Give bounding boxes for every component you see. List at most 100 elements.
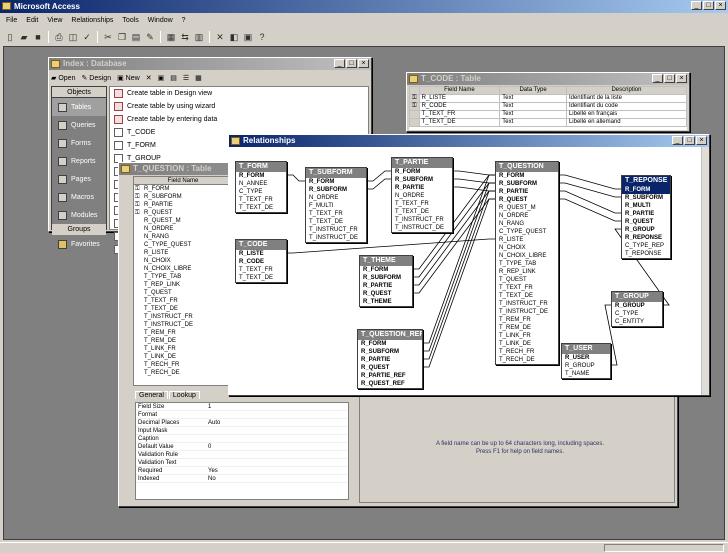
database-window-icon[interactable]: ◧ (228, 31, 240, 43)
relationship-line[interactable] (559, 182, 621, 198)
field-list-field[interactable]: T_TEXT_FR (496, 284, 558, 292)
rel-maximize-button[interactable]: □ (684, 136, 695, 145)
field-list-title[interactable]: T_PARTIE (392, 158, 452, 168)
field-list-field[interactable]: R_SUBFORM (496, 180, 558, 188)
cell[interactable]: Text (499, 110, 567, 119)
cell[interactable]: R_CODE (418, 102, 501, 111)
code-close-button[interactable]: × (676, 74, 687, 83)
copy-icon[interactable]: ❐ (116, 31, 128, 43)
show-direct-icon[interactable]: ⇆ (179, 31, 191, 43)
field-row[interactable]: T_TEXT_FR (134, 297, 232, 305)
field-list-field[interactable]: N_CHOIX_LIBRE (496, 252, 558, 260)
save-icon[interactable]: ■ (32, 31, 44, 43)
relationship-line[interactable] (367, 178, 391, 190)
property-row[interactable]: Format (136, 411, 348, 419)
field-list-title[interactable]: T_SUBFORM (306, 168, 366, 178)
field-list-field[interactable]: R_SUBFORM (622, 194, 670, 202)
db-maximize-button[interactable]: □ (346, 59, 357, 68)
field-list-field[interactable]: R_QUEST (496, 196, 558, 204)
table-row[interactable]: ⚿ R_CODE Text Identifiant du code (409, 102, 688, 111)
menu-item-file[interactable]: File (6, 15, 17, 27)
field-list-field[interactable]: T_INSTRUCT_FR (306, 226, 366, 234)
field-list-subform[interactable]: T_SUBFORM R_FORM R_SUBFORM N_ORDRE F_MULTI T_… (305, 167, 367, 243)
field-list-title[interactable]: T_USER (562, 344, 610, 354)
cell[interactable]: Identifiant du code (565, 102, 688, 111)
show-table-icon[interactable]: ▦ (165, 31, 177, 43)
cut-icon[interactable]: ✂ (102, 31, 114, 43)
field-list-field[interactable]: R_FORM (306, 178, 366, 186)
field-list-theme[interactable]: T_THEME R_FORM R_SUBFORM R_PARTIE R_QUEST R_T… (359, 255, 413, 307)
field-list-group[interactable]: T_GROUP R_GROUP C_TYPE C_ENTITY (611, 291, 663, 327)
field-list-field[interactable]: T_TEXT_FR (236, 196, 286, 204)
field-row[interactable]: T_TYPE_TAB (134, 273, 232, 281)
cell[interactable]: Text (499, 102, 567, 111)
field-list-field[interactable]: R_SUBFORM (306, 186, 366, 194)
rel-close-button[interactable]: × (696, 136, 707, 145)
menu-item-help[interactable]: ? (182, 15, 186, 27)
property-value[interactable] (206, 427, 208, 434)
field-list-title[interactable]: T_THEME (360, 256, 412, 266)
field-row[interactable]: ⚿ R_QUEST (134, 209, 232, 217)
relationship-line[interactable] (453, 178, 495, 184)
object-reports[interactable]: Reports (52, 152, 106, 170)
db-minimize-button[interactable]: _ (334, 59, 345, 68)
menu-item-relationships[interactable]: Relationships (71, 15, 113, 27)
field-list-field[interactable]: T_INSTRUCT_DE (392, 224, 452, 232)
field-list-field[interactable]: T_INSTRUCT_FR (392, 216, 452, 224)
field-list-title[interactable]: T_REPONSE (622, 176, 670, 186)
field-list-title[interactable]: T_GROUP (612, 292, 662, 302)
menu-item-edit[interactable]: Edit (26, 15, 38, 27)
field-list-field[interactable]: R_SUBFORM (392, 176, 452, 184)
rel-minimize-button[interactable]: _ (672, 136, 683, 145)
cell[interactable]: Identifiant de la liste (565, 94, 688, 103)
print-icon[interactable]: ⎙ (53, 31, 65, 43)
field-row[interactable]: T_REM_FR (134, 329, 232, 337)
tab-lookup[interactable]: Lookup (168, 391, 200, 399)
field-list-field[interactable]: C_TYPE (236, 188, 286, 196)
field-list-field[interactable]: T_LINK_FR (496, 332, 558, 340)
field-list-code[interactable]: T_CODE R_LISTE R_CODE T_TEXT_FR T_TEXT_DE (235, 239, 287, 283)
field-list-field[interactable]: T_TEXT_DE (236, 274, 286, 282)
field-list-question[interactable]: T_QUESTION R_FORM R_SUBFORM R_PARTIE R_QUEST… (495, 161, 559, 365)
field-list-field[interactable]: T_TEXT_DE (236, 204, 286, 212)
field-list-field[interactable]: T_TEXT_FR (392, 200, 452, 208)
field-row[interactable]: ⚿ R_FORM (134, 185, 232, 193)
field-list-field[interactable]: C_TYPE (612, 310, 662, 318)
property-value[interactable] (206, 435, 208, 442)
relationship-line[interactable] (287, 174, 305, 182)
field-list-field[interactable]: R_FORM (622, 186, 670, 194)
field-row[interactable]: T_INSTRUCT_DE (134, 321, 232, 329)
object-forms[interactable]: Forms (52, 134, 106, 152)
small-icons-icon[interactable]: ▤ (170, 74, 177, 82)
table-row[interactable]: T_TEXT_FR Text Libellé en français (409, 110, 688, 119)
field-row[interactable]: N_CHOIX_LIBRE (134, 265, 232, 273)
relationship-line[interactable] (453, 186, 495, 192)
field-list-field[interactable]: R_THEME (360, 298, 412, 306)
new-button[interactable]: ▣ New (117, 74, 140, 82)
field-list-field[interactable]: T_INSTRUCT_DE (496, 308, 558, 316)
groups-header[interactable]: Groups (52, 224, 106, 235)
cell[interactable]: Libellé en allemand (565, 118, 688, 127)
field-row[interactable]: ⚿ R_PARTIE (134, 201, 232, 209)
property-value[interactable] (206, 451, 208, 458)
field-list-field[interactable]: R_GROUP (622, 226, 670, 234)
new-icon[interactable]: ▯ (4, 31, 16, 43)
field-list-field[interactable]: N_ORDRE (496, 212, 558, 220)
property-row[interactable]: Required Yes (136, 467, 348, 475)
field-list-title[interactable]: T_CODE (236, 240, 286, 250)
field-list-field[interactable]: R_MULTI (622, 202, 670, 210)
property-value[interactable]: Yes (206, 467, 218, 474)
field-list-field[interactable]: R_QUEST_REF (358, 380, 422, 388)
field-list-field[interactable]: R_PARTIE (392, 184, 452, 192)
field-row[interactable]: T_LINK_FR (134, 345, 232, 353)
details-icon[interactable]: ▦ (195, 74, 202, 82)
open-icon[interactable]: ▰ (18, 31, 30, 43)
open-button[interactable]: ▰ Open (51, 74, 75, 82)
cell[interactable]: T_TEXT_FR (418, 110, 501, 119)
field-list-field[interactable]: R_SUBFORM (358, 348, 422, 356)
field-row[interactable]: N_RANG (134, 233, 232, 241)
database-list-item[interactable]: Create table in Design view (110, 87, 368, 100)
field-list-field[interactable]: R_QUEST_M (496, 204, 558, 212)
field-list-field[interactable]: T_RECH_FR (496, 348, 558, 356)
field-list-field[interactable]: N_ANNEE (236, 180, 286, 188)
